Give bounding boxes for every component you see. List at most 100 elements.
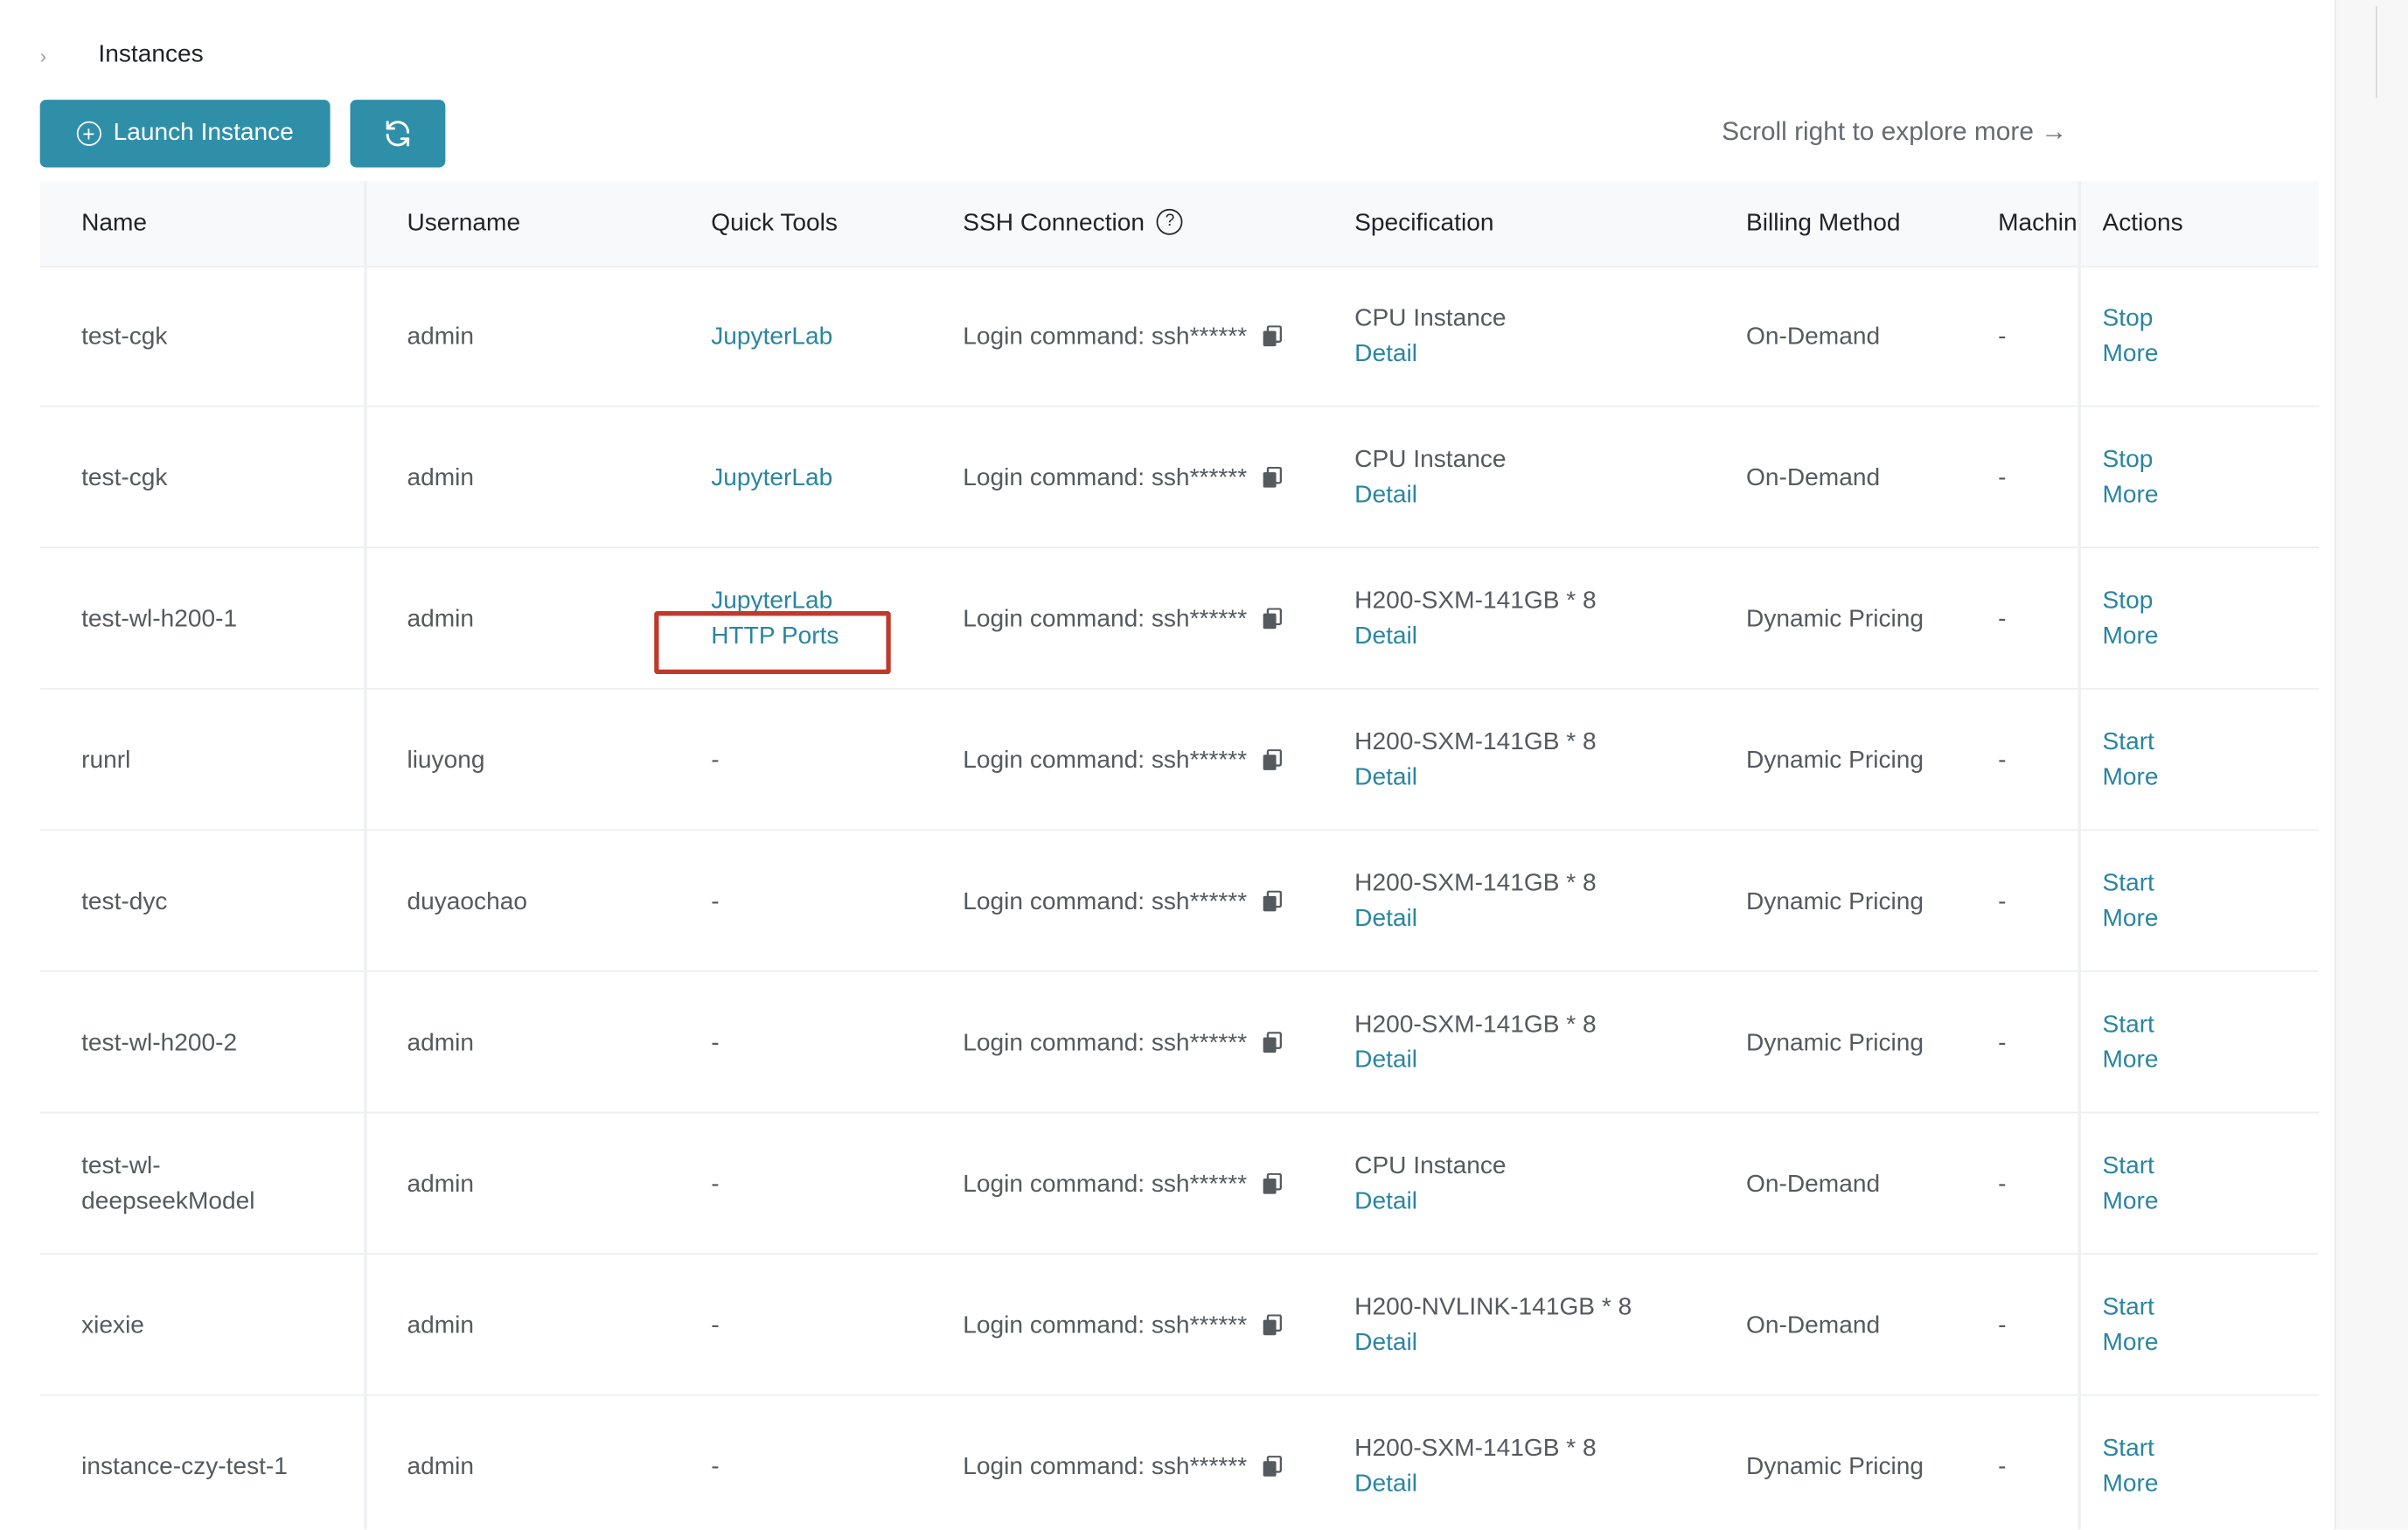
machine-cell: - <box>1998 1396 2075 1530</box>
column-header-quick-tools: Quick Tools <box>711 210 838 237</box>
ssh-login-command: Login command: ssh****** <box>963 1171 1248 1198</box>
column-divider-fixed-left <box>364 181 367 1530</box>
name-cell: test-cgk <box>81 266 358 407</box>
start-action-link[interactable]: Start <box>2103 1007 2287 1042</box>
table-row: test-wl-h200-2 admin - Login command: ss… <box>39 972 2320 1114</box>
jupyterlab-link[interactable]: JupyterLab <box>711 460 941 495</box>
actions-cell: Start More <box>2103 1113 2287 1255</box>
copy-icon[interactable] <box>1263 1032 1283 1054</box>
start-action-link[interactable]: Start <box>2103 1290 2287 1325</box>
more-action-link[interactable]: More <box>2103 901 2287 936</box>
name-cell: test-wl-h200-1 <box>81 548 358 690</box>
machine-value: - <box>1998 605 2007 632</box>
name-cell: instance-czy-test-1 <box>81 1396 358 1530</box>
more-action-link[interactable]: More <box>2103 1043 2287 1078</box>
detail-link[interactable]: Detail <box>1354 477 1723 512</box>
chevron-right-icon[interactable]: › <box>40 44 62 66</box>
copy-icon[interactable] <box>1263 466 1283 489</box>
page-title: Instances <box>98 41 204 68</box>
ssh-cell: Login command: ssh****** <box>963 548 1332 690</box>
ssh-login-command: Login command: ssh****** <box>963 888 1248 915</box>
help-circle-icon[interactable]: ? <box>1157 208 1183 235</box>
detail-link[interactable]: Detail <box>1354 1325 1723 1360</box>
machine-cell: - <box>1998 690 2075 831</box>
copy-icon[interactable] <box>1263 325 1283 347</box>
billing-cell: On-Demand <box>1746 1255 1992 1396</box>
launch-instance-button[interactable]: + Launch Instance <box>39 100 331 168</box>
name-cell: test-cgk <box>81 407 358 548</box>
empty-value: - <box>711 1171 720 1198</box>
more-action-link[interactable]: More <box>2103 760 2287 795</box>
jupyterlab-link[interactable]: JupyterLab <box>711 318 941 353</box>
detail-link[interactable]: Detail <box>1354 901 1723 936</box>
quick-tools-cell: - <box>711 831 941 972</box>
more-action-link[interactable]: More <box>2103 1184 2287 1219</box>
username-cell: admin <box>407 548 683 690</box>
refresh-button[interactable] <box>350 100 446 168</box>
username: admin <box>407 323 474 350</box>
specification-cell: H200-SXM-141GB * 8 Detail <box>1354 972 1723 1114</box>
table-row: test-cgk admin JupyterLab Login command:… <box>39 407 2320 549</box>
billing-method: Dynamic Pricing <box>1746 605 1924 632</box>
copy-icon[interactable] <box>1263 1456 1283 1478</box>
username: admin <box>407 1311 474 1339</box>
ssh-connection-header-label: SSH Connection <box>963 210 1145 237</box>
username-cell: admin <box>407 1255 683 1396</box>
instances-page: › Instances + Launch Instance Scroll rig… <box>0 0 2408 1530</box>
quick-tools-cell: - <box>711 1396 941 1530</box>
detail-link[interactable]: Detail <box>1354 337 1723 372</box>
more-action-link[interactable]: More <box>2103 1466 2287 1501</box>
instance-name: test-dyc <box>81 888 168 915</box>
username-cell: admin <box>407 266 683 407</box>
start-action-link[interactable]: Start <box>2103 1149 2287 1184</box>
detail-link[interactable]: Detail <box>1354 1466 1723 1501</box>
username-cell: liuyong <box>407 690 683 831</box>
username-cell: admin <box>407 972 683 1114</box>
instance-name: test-wl-h200-2 <box>81 1029 238 1056</box>
start-action-link[interactable]: Start <box>2103 866 2287 901</box>
page-scrollbar[interactable] <box>2334 0 2408 1530</box>
machine-cell: - <box>1998 548 2075 690</box>
name-cell: test-wl-deepseekModel <box>81 1113 358 1255</box>
start-action-link[interactable]: Start <box>2103 725 2287 760</box>
machine-cell: - <box>1998 972 2075 1114</box>
more-action-link[interactable]: More <box>2103 619 2287 654</box>
copy-icon[interactable] <box>1263 890 1283 913</box>
copy-icon[interactable] <box>1263 608 1283 630</box>
specification: H200-SXM-141GB * 8 <box>1354 870 1597 897</box>
more-action-link[interactable]: More <box>2103 337 2287 372</box>
detail-link[interactable]: Detail <box>1354 1043 1723 1078</box>
copy-icon[interactable] <box>1263 1314 1283 1336</box>
breadcrumb: › Instances <box>40 37 204 73</box>
username: duyaochao <box>407 888 527 915</box>
more-action-link[interactable]: More <box>2103 477 2287 512</box>
billing-method: On-Demand <box>1746 1171 1881 1198</box>
stop-action-link[interactable]: Stop <box>2103 583 2287 618</box>
table-row: test-cgk admin JupyterLab Login command:… <box>39 266 2320 407</box>
copy-icon[interactable] <box>1263 749 1283 771</box>
actions-cell: Start More <box>2103 972 2287 1114</box>
quick-tools-cell: JupyterLab <box>711 266 941 407</box>
quick-tools-cell: - <box>711 1113 941 1255</box>
copy-icon[interactable] <box>1263 1172 1283 1195</box>
start-action-link[interactable]: Start <box>2103 1431 2287 1466</box>
empty-value: - <box>711 1029 720 1056</box>
table-row: test-wl-h200-1 admin JupyterLab HTTP Port… <box>39 548 2320 690</box>
specification: CPU Instance <box>1354 1153 1507 1179</box>
stop-action-link[interactable]: Stop <box>2103 442 2287 477</box>
stop-action-link[interactable]: Stop <box>2103 301 2287 336</box>
table-row: instance-czy-test-1 admin - Login comman… <box>40 1396 2319 1530</box>
detail-link[interactable]: Detail <box>1354 1184 1723 1219</box>
quick-tools-cell: JupyterLab <box>711 407 941 548</box>
machine-cell: - <box>1998 1113 2075 1255</box>
more-action-link[interactable]: More <box>2103 1325 2287 1360</box>
detail-link[interactable]: Detail <box>1354 760 1723 795</box>
name-cell: test-wl-h200-2 <box>81 972 358 1114</box>
specification-cell: H200-SXM-141GB * 8 Detail <box>1354 548 1723 690</box>
machine-value: - <box>1998 464 2007 491</box>
column-header-actions: Actions <box>2102 210 2183 237</box>
billing-cell: Dynamic Pricing <box>1746 1396 1992 1530</box>
scrollbar-thumb[interactable] <box>2376 6 2377 99</box>
detail-link[interactable]: Detail <box>1354 619 1723 654</box>
billing-cell: Dynamic Pricing <box>1746 690 1992 831</box>
